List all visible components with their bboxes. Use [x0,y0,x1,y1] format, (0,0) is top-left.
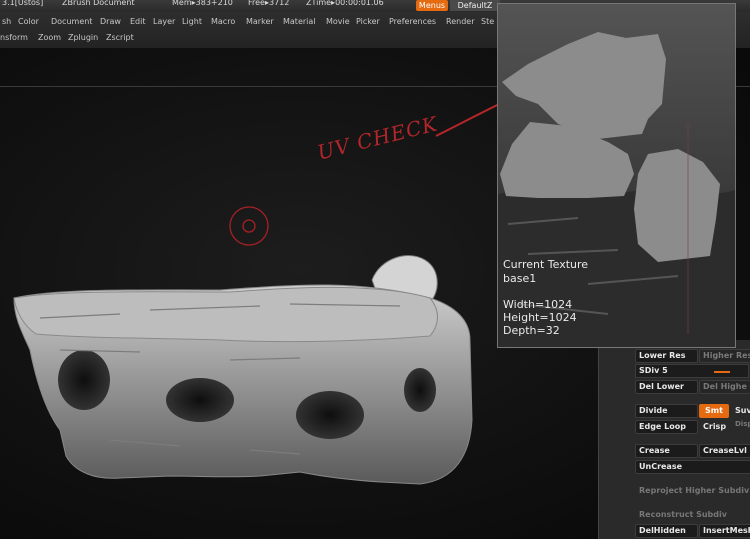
default-zscript-button[interactable]: DefaultZ [450,0,500,11]
menu-item-material[interactable]: Material [283,17,316,26]
sdiv-label: SDiv 5 [639,366,668,375]
insert-mesh-button[interactable]: InsertMesh [699,524,750,538]
crease-button[interactable]: Crease [635,444,698,458]
menu-item-document[interactable]: Document [51,17,92,26]
memory-readout: Mem▸383+210 [172,0,233,7]
del-hidden-button[interactable]: DelHidden [635,524,698,538]
ztime-readout: ZTime▸00:00:01.06 [306,0,384,7]
menu-item-movie[interactable]: Movie [326,17,350,26]
menu-item-zplugin[interactable]: Zplugin [68,33,98,42]
crease-level-slider[interactable]: CreaseLvl [699,444,750,458]
del-higher-button[interactable]: Del Highe [699,380,750,394]
sdiv-slider[interactable]: SDiv 5 [635,364,749,378]
menu-item-draw[interactable]: Draw [100,17,121,26]
document-label: ZBrush Document [62,0,135,7]
del-lower-button[interactable]: Del Lower [635,380,698,394]
smt-toggle[interactable]: Smt [699,404,729,418]
current-texture-label: Current Texture [503,258,589,271]
reconstruct-subdiv-button[interactable]: Reconstruct Subdiv [639,510,727,519]
suv-toggle[interactable]: Suv [735,406,750,415]
menu-item-transform[interactable]: nsform [0,33,28,42]
menu-item-preferences[interactable]: Preferences [389,17,436,26]
menu-item-layer[interactable]: Layer [153,17,175,26]
menu-item-picker[interactable]: Picker [356,17,380,26]
menu-item-marker[interactable]: Marker [246,17,274,26]
menu-item-macro[interactable]: Macro [211,17,235,26]
menu-item-zoom[interactable]: Zoom [38,33,61,42]
menu-item-zscript[interactable]: Zscript [106,33,134,42]
reproject-higher-subdiv-button[interactable]: Reproject Higher Subdiv [639,486,749,495]
texture-name: base1 [503,272,537,285]
menu-item-color[interactable]: Color [18,17,39,26]
menu-item-sh[interactable]: sh [2,17,11,26]
free-readout: Free▸3712 [248,0,290,7]
disp-toggle[interactable]: Disp [735,420,750,428]
higher-res-button[interactable]: Higher Res [699,349,750,363]
texture-depth: Depth=32 [503,324,560,337]
menu-item-light[interactable]: Light [182,17,202,26]
texture-preview [498,4,735,347]
texture-preview-panel [497,3,736,348]
menu-item-stencil[interactable]: Ste [481,17,494,26]
geometry-subpalette: Lower Res Higher Res SDiv 5 Del Lower De… [598,340,750,539]
menu-item-edit[interactable]: Edit [130,17,146,26]
texture-height: Height=1024 [503,311,577,324]
divide-button[interactable]: Divide [635,404,698,418]
lower-res-button[interactable]: Lower Res [635,349,698,363]
menu-item-render[interactable]: Render [446,17,474,26]
sdiv-slider-fill [714,371,730,373]
version-label: 3.1[Ustos] [2,0,44,7]
crisp-toggle[interactable]: Crisp [703,422,726,431]
menus-button[interactable]: Menus [416,0,448,11]
texture-width: Width=1024 [503,298,573,311]
uncrease-button[interactable]: UnCrease [635,460,750,474]
edge-loop-button[interactable]: Edge Loop [635,420,698,434]
